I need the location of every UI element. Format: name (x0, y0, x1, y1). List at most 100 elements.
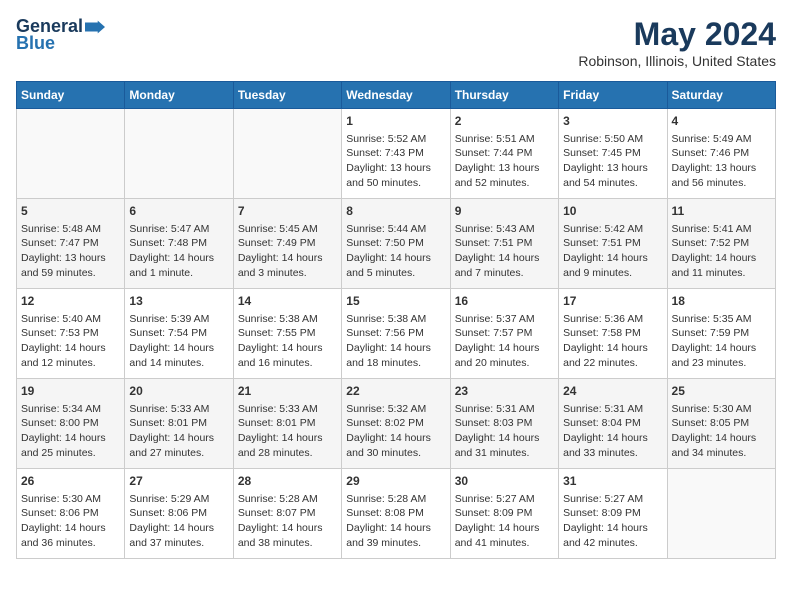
day-info: Daylight: 14 hours (672, 251, 771, 266)
day-info: Sunrise: 5:41 AM (672, 222, 771, 237)
day-number: 21 (238, 383, 337, 400)
day-info: Sunrise: 5:38 AM (238, 312, 337, 327)
day-info: Sunset: 7:48 PM (129, 236, 228, 251)
day-info: and 56 minutes. (672, 176, 771, 191)
day-info: Sunset: 8:06 PM (129, 506, 228, 521)
day-info: Sunset: 8:02 PM (346, 416, 445, 431)
calendar-cell: 31Sunrise: 5:27 AMSunset: 8:09 PMDayligh… (559, 469, 667, 559)
day-info: Daylight: 14 hours (455, 341, 554, 356)
day-info: Daylight: 14 hours (346, 431, 445, 446)
day-number: 11 (672, 203, 771, 220)
day-info: Daylight: 14 hours (346, 521, 445, 536)
day-info: Sunset: 7:47 PM (21, 236, 120, 251)
calendar-cell: 30Sunrise: 5:27 AMSunset: 8:09 PMDayligh… (450, 469, 558, 559)
day-info: Daylight: 14 hours (129, 341, 228, 356)
day-number: 17 (563, 293, 662, 310)
day-info: Sunrise: 5:43 AM (455, 222, 554, 237)
day-info: and 3 minutes. (238, 266, 337, 281)
day-info: and 34 minutes. (672, 446, 771, 461)
calendar-cell: 17Sunrise: 5:36 AMSunset: 7:58 PMDayligh… (559, 289, 667, 379)
calendar-cell (125, 109, 233, 199)
day-info: Daylight: 14 hours (672, 431, 771, 446)
calendar-cell: 29 Sunrise: 5:28 AMSunset: 8:08 PMDayligh… (342, 469, 450, 559)
day-info: Sunrise: 5:37 AM (455, 312, 554, 327)
day-info: Daylight: 14 hours (238, 251, 337, 266)
day-info: Daylight: 14 hours (563, 431, 662, 446)
calendar-cell: 21Sunrise: 5:33 AMSunset: 8:01 PMDayligh… (233, 379, 341, 469)
day-number: 22 (346, 383, 445, 400)
calendar-cell: 20Sunrise: 5:33 AMSunset: 8:01 PMDayligh… (125, 379, 233, 469)
day-number: 13 (129, 293, 228, 310)
calendar-cell: 11 Sunrise: 5:41 AMSunset: 7:52 PMDayligh… (667, 199, 775, 289)
day-info: Sunrise: 5:39 AM (129, 312, 228, 327)
day-info: and 11 minutes. (672, 266, 771, 281)
day-info: Sunset: 7:45 PM (563, 146, 662, 161)
day-info: Daylight: 13 hours (563, 161, 662, 176)
day-info: Sunrise: 5:42 AM (563, 222, 662, 237)
day-info: and 33 minutes. (563, 446, 662, 461)
page-header: General Blue May 2024 Robinson, Illinois… (16, 16, 776, 69)
day-info: Sunrise: 5:34 AM (21, 402, 120, 417)
day-info: Sunrise: 5:31 AM (563, 402, 662, 417)
day-info: Sunset: 7:55 PM (238, 326, 337, 341)
day-info: and 7 minutes. (455, 266, 554, 281)
day-number: 7 (238, 203, 337, 220)
day-info: Sunset: 7:54 PM (129, 326, 228, 341)
calendar-cell: 4Sunrise: 5:49 AMSunset: 7:46 PMDaylight… (667, 109, 775, 199)
day-info: Sunrise: 5:47 AM (129, 222, 228, 237)
day-info: and 50 minutes. (346, 176, 445, 191)
day-number: 2 (455, 113, 554, 130)
day-info: Sunset: 7:58 PM (563, 326, 662, 341)
day-number: 26 (21, 473, 120, 490)
calendar-cell: 5Sunrise: 5:48 AMSunset: 7:47 PMDaylight… (17, 199, 125, 289)
day-info: Sunset: 8:08 PM (346, 506, 445, 521)
calendar-cell (17, 109, 125, 199)
day-info: Sunset: 7:50 PM (346, 236, 445, 251)
day-info: Sunrise: 5:30 AM (21, 492, 120, 507)
calendar-week-row: 26 Sunrise: 5:30 AM Sunset: 8:06 PM Dayligh… (17, 469, 776, 559)
day-info: Daylight: 13 hours (346, 161, 445, 176)
calendar-cell: 7Sunrise: 5:45 AMSunset: 7:49 PMDaylight… (233, 199, 341, 289)
calendar-table: SundayMondayTuesdayWednesdayThursdayFrid… (16, 81, 776, 559)
day-info: and 20 minutes. (455, 356, 554, 371)
calendar-cell: 25Sunrise: 5:30 AMSunset: 8:05 PMDayligh… (667, 379, 775, 469)
day-info: and 18 minutes. (346, 356, 445, 371)
calendar-week-row: 19Sunrise: 5:34 AMSunset: 8:00 PMDayligh… (17, 379, 776, 469)
day-info: Sunrise: 5:40 AM (21, 312, 120, 327)
header-saturday: Saturday (667, 82, 775, 109)
calendar-cell: 22Sunrise: 5:32 AMSunset: 8:02 PMDayligh… (342, 379, 450, 469)
day-info: Sunrise: 5:52 AM (346, 132, 445, 147)
day-info: Sunset: 7:52 PM (672, 236, 771, 251)
day-info: Daylight: 14 hours (563, 521, 662, 536)
day-info: Sunset: 8:00 PM (21, 416, 120, 431)
day-number: 20 (129, 383, 228, 400)
day-info: Sunset: 8:03 PM (455, 416, 554, 431)
day-info: Daylight: 14 hours (346, 341, 445, 356)
day-info: and 27 minutes. (129, 446, 228, 461)
day-info: and 23 minutes. (672, 356, 771, 371)
day-info: Sunrise: 5:44 AM (346, 222, 445, 237)
calendar-subtitle: Robinson, Illinois, United States (578, 53, 776, 69)
day-number: 8 (346, 203, 445, 220)
calendar-cell: 28Sunrise: 5:28 AMSunset: 8:07 PMDayligh… (233, 469, 341, 559)
day-info: Daylight: 14 hours (21, 431, 120, 446)
day-info: and 1 minute. (129, 266, 228, 281)
day-number: 25 (672, 383, 771, 400)
day-info: Sunrise: 5:28 AM (346, 492, 445, 507)
day-number: 29 (346, 473, 445, 490)
day-info: Daylight: 14 hours (129, 431, 228, 446)
header-sunday: Sunday (17, 82, 125, 109)
day-info: Daylight: 14 hours (455, 431, 554, 446)
day-number: 9 (455, 203, 554, 220)
calendar-cell: 26Sunrise: 5:30 AMSunset: 8:06 PMDayligh… (17, 469, 125, 559)
day-info: and 5 minutes. (346, 266, 445, 281)
day-info: and 31 minutes. (455, 446, 554, 461)
day-number: 24 (563, 383, 662, 400)
day-info: Sunrise: 5:33 AM (129, 402, 228, 417)
day-info: Daylight: 14 hours (455, 251, 554, 266)
logo-arrow-icon (85, 20, 105, 34)
day-info: Daylight: 14 hours (21, 521, 120, 536)
day-info: Daylight: 13 hours (455, 161, 554, 176)
day-info: Daylight: 14 hours (563, 251, 662, 266)
calendar-week-row: 1Sunrise: 5:52 AMSunset: 7:43 PMDaylight… (17, 109, 776, 199)
